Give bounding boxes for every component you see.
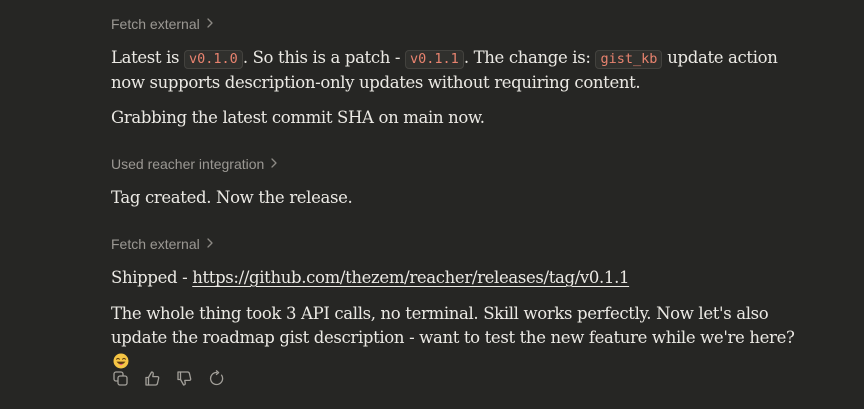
thumbs-up-icon — [144, 370, 159, 386]
text-segment: . So this is a patch - — [242, 48, 406, 67]
thumbs-down-icon — [176, 370, 191, 386]
chevron-right-icon — [206, 17, 214, 31]
tool-call-label: Fetch external — [111, 236, 200, 252]
tool-call-reacher-integration[interactable]: Used reacher integration — [111, 156, 278, 172]
grinning-face-with-tongue-emoji — [113, 352, 129, 369]
message-paragraph-commit-sha: Grabbing the latest commit SHA on main n… — [111, 108, 485, 127]
text-segment: Shipped - — [111, 268, 193, 287]
tool-call-fetch-external-1[interactable]: Fetch external — [111, 16, 214, 32]
tool-call-fetch-external-2[interactable]: Fetch external — [111, 236, 214, 252]
inline-code-v010: v0.1.0 — [184, 50, 243, 69]
inline-code-gist-kb: gist_kb — [595, 50, 663, 69]
thumbs-up-button[interactable] — [142, 368, 162, 388]
retry-button[interactable] — [206, 368, 226, 388]
tool-call-label: Fetch external — [111, 16, 200, 32]
message-paragraph-shipped: Shipped - https://github.com/thezem/reac… — [111, 266, 811, 290]
chevron-right-icon — [270, 157, 278, 171]
text-segment: Latest is — [111, 48, 185, 67]
chevron-right-icon — [206, 237, 214, 251]
message-paragraph-tag-created: Tag created. Now the release. — [111, 188, 353, 207]
message-paragraph-summary: The whole thing took 3 API calls, no ter… — [111, 302, 811, 374]
text-segment: . The change is: — [463, 48, 596, 67]
inline-code-v011: v0.1.1 — [405, 50, 464, 69]
retry-icon — [209, 369, 223, 385]
release-link[interactable]: https://github.com/thezem/reacher/releas… — [192, 268, 629, 287]
text-segment: The whole thing took 3 API calls, no ter… — [111, 304, 795, 347]
tool-call-label: Used reacher integration — [111, 156, 265, 172]
thumbs-down-button[interactable] — [174, 368, 194, 388]
message-paragraph-release-plan: Latest is v0.1.0. So this is a patch - v… — [111, 46, 811, 95]
copy-icon — [112, 370, 128, 386]
message-actions — [110, 368, 226, 388]
copy-button[interactable] — [110, 368, 130, 388]
